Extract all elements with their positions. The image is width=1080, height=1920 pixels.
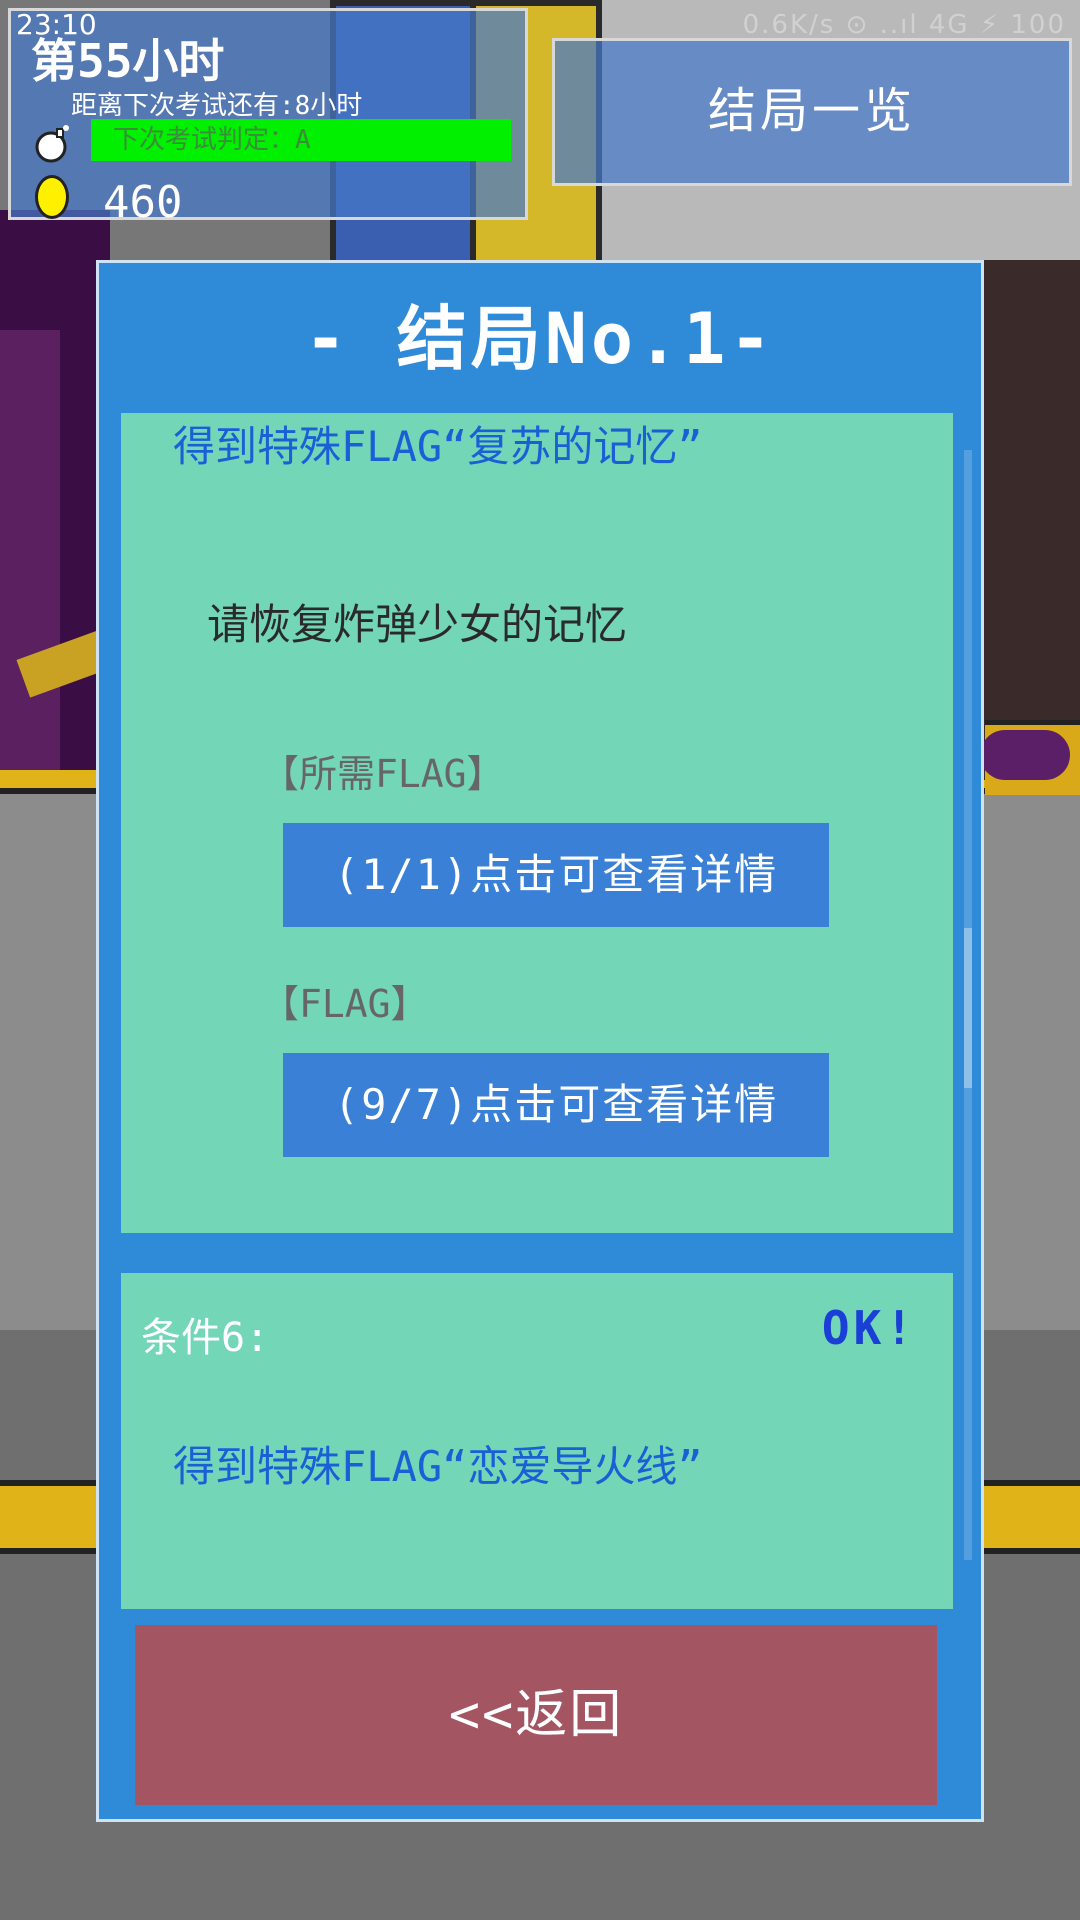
special-flag-text: 得到特殊FLAG“复苏的记忆”	[173, 422, 703, 471]
exam-countdown: 距离下次考试还有:8小时	[71, 91, 363, 121]
condition-number: 条件6:	[141, 1315, 270, 1361]
exam-grade-bar: 下次考试判定：A	[91, 119, 511, 161]
condition-card: 条件6: OK! 得到特殊FLAG“恋爱导火线”	[121, 1273, 953, 1609]
required-flag-detail-button[interactable]: (1/1)点击可查看详情	[283, 823, 829, 927]
coin-icon	[35, 175, 69, 219]
required-flag-label: 【所需FLAG】	[261, 752, 505, 796]
ending-list-button[interactable]: 结局一览	[552, 38, 1072, 186]
special-flag-text: 得到特殊FLAG“恋爱导火线”	[173, 1442, 703, 1491]
status-time: 23:10	[16, 8, 97, 41]
condition-card: 得到特殊FLAG“复苏的记忆” 请恢复炸弹少女的记忆 【所需FLAG】 (1/1…	[121, 413, 953, 1233]
status-indicators: 0.6K/s ⊙ ..ıl 4G ⚡ 100	[742, 10, 1066, 40]
condition-description: 请恢复炸弹少女的记忆	[207, 600, 628, 649]
dialog-title: - 结局No.1-	[304, 298, 776, 380]
coin-count: 460	[103, 177, 183, 228]
conditions-scroll-area[interactable]: 得到特殊FLAG“复苏的记忆” 请恢复炸弹少女的记忆 【所需FLAG】 (1/1…	[121, 413, 953, 1641]
back-button[interactable]: <<返回	[135, 1625, 937, 1805]
flag-label: 【FLAG】	[261, 982, 429, 1026]
flag-detail-button[interactable]: (9/7)点击可查看详情	[283, 1053, 829, 1157]
bomb-icon	[35, 125, 69, 163]
condition-status: OK!	[821, 1301, 917, 1355]
scrollbar-thumb[interactable]	[964, 928, 972, 1088]
ending-detail-dialog: - 结局No.1- 得到特殊FLAG“复苏的记忆” 请恢复炸弹少女的记忆 【所需…	[96, 260, 984, 1822]
